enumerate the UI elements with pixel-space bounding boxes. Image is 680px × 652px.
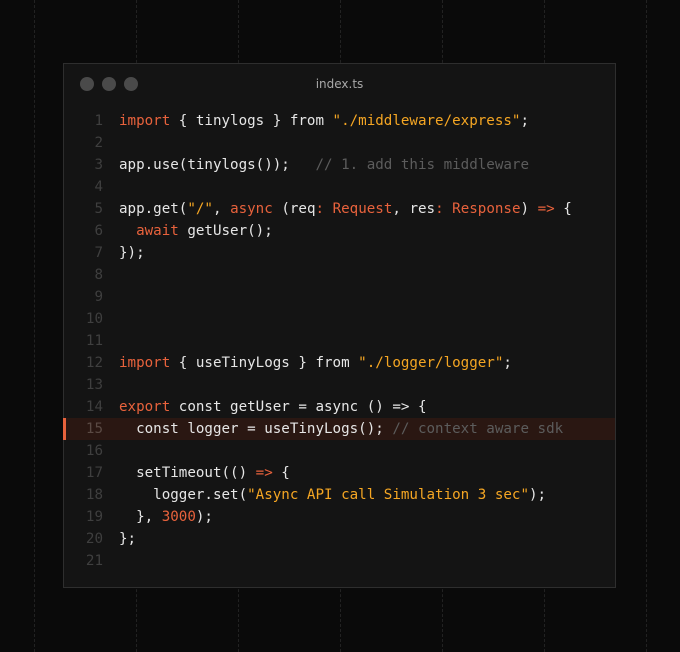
window-titlebar: index.ts (64, 64, 615, 106)
line-number: 6 (94, 223, 103, 239)
line-number: 14 (85, 399, 103, 415)
line-content: }); (119, 242, 145, 264)
code-line[interactable]: 17 setTimeout(() => { (64, 462, 615, 484)
line-number: 19 (85, 509, 103, 525)
line-number: 12 (85, 355, 103, 371)
code-line[interactable]: 8 (64, 264, 615, 286)
grid-line (34, 0, 35, 652)
line-content: logger.set("Async API call Simulation 3 … (119, 484, 546, 506)
code-token: ) (520, 201, 538, 217)
code-token: { useTinyLogs } from (170, 355, 359, 371)
code-line[interactable]: 13 (64, 374, 615, 396)
code-token: }); (119, 245, 145, 261)
code-token: => (255, 465, 273, 481)
code-token: => (537, 201, 555, 217)
code-line[interactable]: 7}); (64, 242, 615, 264)
code-token: // 1. add this middleware (315, 157, 530, 173)
code-line[interactable]: 9 (64, 286, 615, 308)
line-number: 7 (94, 245, 103, 261)
code-token: // context aware sdk (392, 421, 564, 437)
code-token: getUser(); (178, 223, 273, 239)
line-content: const logger = useTinyLogs(); // context… (119, 418, 563, 440)
line-number: 20 (85, 531, 103, 547)
code-line[interactable]: 12 import { useTinyLogs } from "./logger/… (64, 352, 615, 374)
code-token: import (119, 355, 171, 371)
line-number: 11 (85, 333, 103, 349)
code-line[interactable]: 6 await getUser(); (64, 220, 615, 242)
code-token: ; (520, 113, 530, 129)
code-token: "/" (187, 201, 213, 217)
line-number: 1 (94, 113, 103, 129)
line-number: 17 (85, 465, 103, 481)
line-number: 5 (94, 201, 103, 217)
code-token: }; (119, 531, 137, 547)
line-content: import { tinylogs } from "./middleware/e… (119, 110, 529, 132)
code-token: { (554, 201, 572, 217)
line-content: import { useTinyLogs } from "./logger/lo… (119, 352, 512, 374)
code-line[interactable]: 3 app.use(tinylogs()); // 1. add this mid… (64, 154, 615, 176)
code-token: const getUser = async () => { (170, 399, 427, 415)
code-token: logger.set( (119, 487, 248, 503)
code-line[interactable]: 18 logger.set("Async API call Simulation… (64, 484, 615, 506)
code-token: : Request (315, 201, 393, 217)
code-token: await (136, 223, 179, 239)
line-number: 15 (85, 421, 103, 437)
code-line[interactable]: 2 (64, 132, 615, 154)
code-token: const logger = useTinyLogs(); (119, 421, 393, 437)
line-content: export const getUser = async () => { (119, 396, 427, 418)
code-token: { tinylogs } from (170, 113, 333, 129)
file-name-title: index.ts (315, 77, 364, 91)
grid-line (646, 0, 647, 652)
code-token: ); (529, 487, 547, 503)
code-token: setTimeout(() (119, 465, 256, 481)
code-token: : Response (435, 201, 521, 217)
code-token: ); (195, 509, 213, 525)
code-token: (req (272, 201, 316, 217)
code-line[interactable]: 19 }, 3000); (64, 506, 615, 528)
line-number: 21 (85, 553, 103, 569)
code-token: , (212, 201, 231, 217)
code-line-highlighted[interactable]: 15 const logger = useTinyLogs(); // cont… (63, 418, 615, 440)
code-line[interactable]: 10 (64, 308, 615, 330)
line-number: 10 (85, 311, 103, 327)
code-token: "Async API call Simulation 3 sec" (247, 487, 529, 503)
line-number: 2 (94, 135, 103, 151)
line-content: }; (119, 528, 136, 550)
code-line[interactable]: 21 (64, 550, 615, 572)
line-content: app.get("/", async (req: Request, res: R… (119, 198, 572, 220)
line-content: setTimeout(() => { (119, 462, 290, 484)
code-token: }, (119, 509, 162, 525)
code-token: app.get( (119, 201, 188, 217)
code-token: ; (503, 355, 512, 371)
code-token: , res (392, 201, 436, 217)
line-number: 3 (94, 157, 103, 173)
code-editor-window: index.ts 1 import { tinylogs } from "./mi… (63, 63, 616, 588)
code-token: app.use(tinylogs()); (119, 157, 316, 173)
line-number: 18 (85, 487, 103, 503)
line-number: 9 (94, 289, 103, 305)
line-content: await getUser(); (119, 220, 273, 242)
code-line[interactable]: 14 export const getUser = async () => { (64, 396, 615, 418)
code-token: "./logger/logger" (358, 355, 504, 371)
code-line[interactable]: 16 (64, 440, 615, 462)
line-number: 16 (85, 443, 103, 459)
code-line[interactable]: 1 import { tinylogs } from "./middleware/… (64, 110, 615, 132)
code-token: 3000 (161, 509, 196, 525)
line-content: }, 3000); (119, 506, 213, 528)
code-line[interactable]: 4 (64, 176, 615, 198)
code-line[interactable]: 5 app.get("/", async (req: Request, res: … (64, 198, 615, 220)
line-number: 13 (85, 377, 103, 393)
code-token: async (230, 201, 273, 217)
code-token: { (272, 465, 290, 481)
code-token: export (119, 399, 171, 415)
code-token: "./middleware/express" (332, 113, 521, 129)
code-token: import (119, 113, 171, 129)
code-line[interactable]: 20}; (64, 528, 615, 550)
code-area[interactable]: 1 import { tinylogs } from "./middleware/… (63, 110, 615, 572)
line-number: 4 (94, 179, 103, 195)
code-line[interactable]: 11 (64, 330, 615, 352)
line-number: 8 (94, 267, 103, 283)
line-content: app.use(tinylogs()); // 1. add this midd… (119, 154, 529, 176)
